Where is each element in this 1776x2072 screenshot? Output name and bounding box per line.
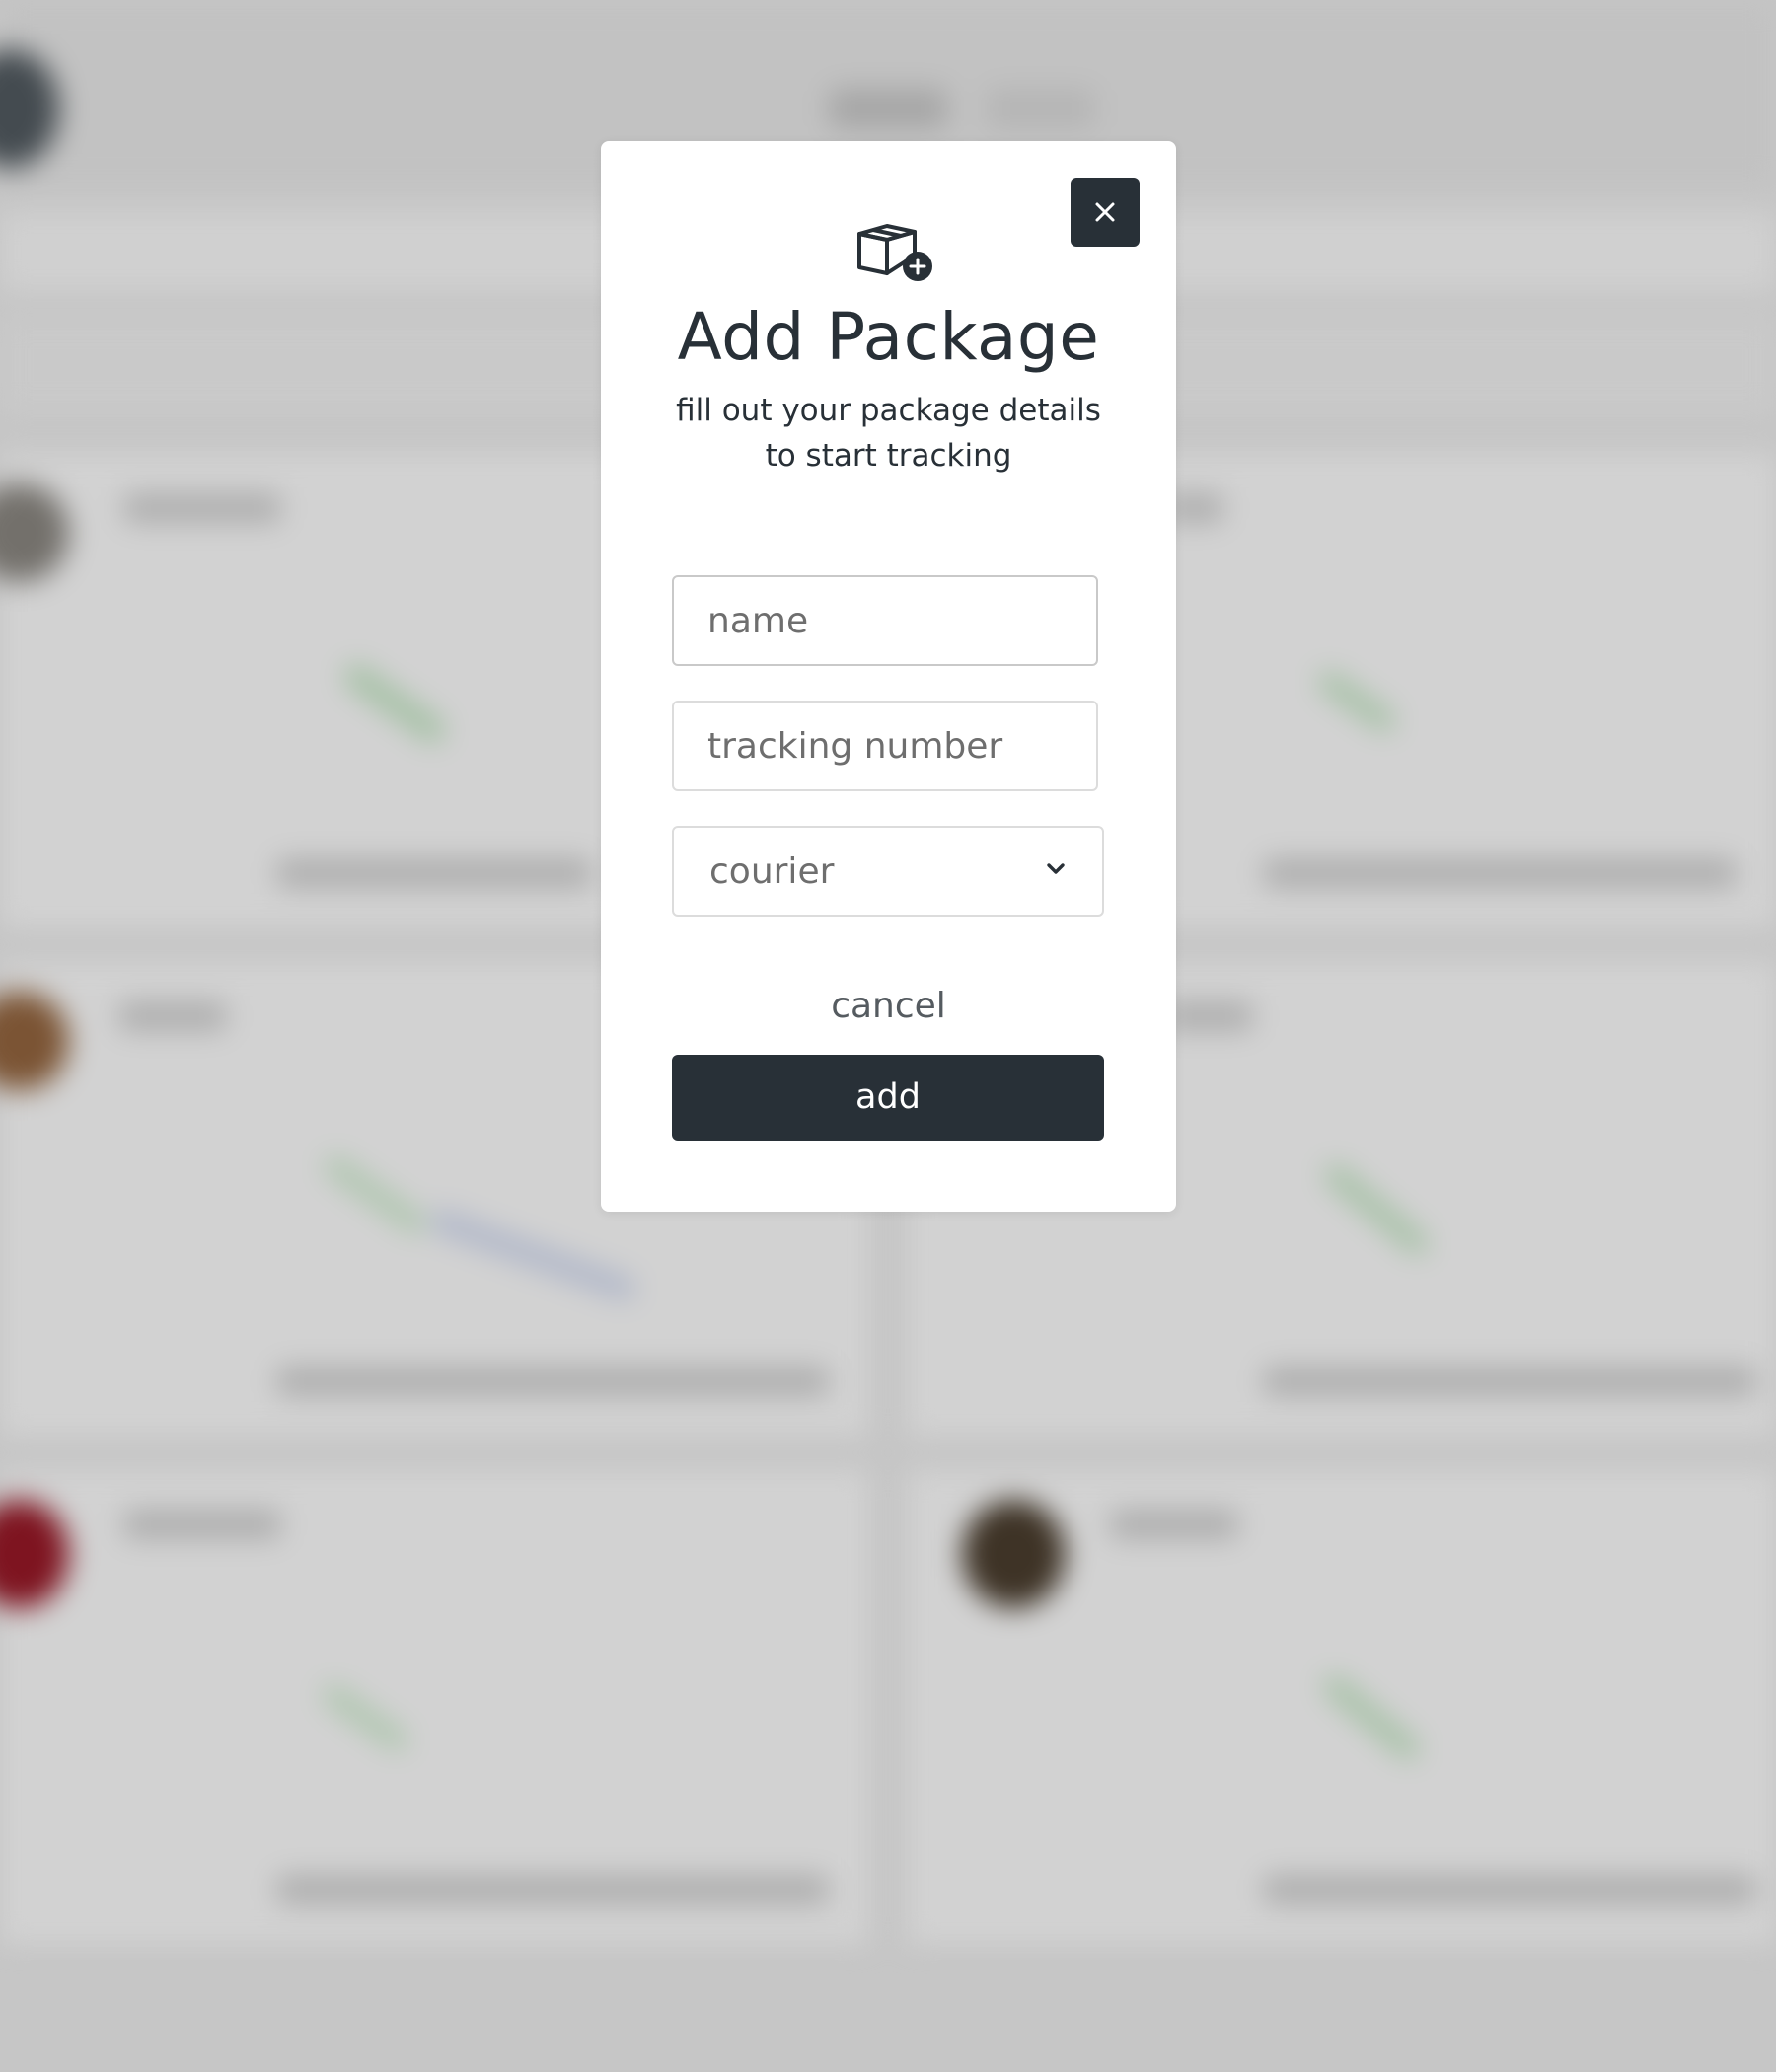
add-package-dialog: Add Package fill out your package detail… <box>601 141 1176 1212</box>
chevron-down-icon <box>1047 863 1065 874</box>
screen: Add Package fill out your package detail… <box>0 0 1776 2072</box>
background-text <box>118 1001 227 1031</box>
background-text <box>1164 1001 1253 1031</box>
background-text <box>276 1367 829 1396</box>
courier-select-value: courier <box>709 851 835 892</box>
subtitle-line: fill out your package details <box>676 393 1101 428</box>
background-text <box>1263 858 1737 888</box>
add-button[interactable]: add <box>672 1055 1104 1141</box>
background-text <box>123 493 281 523</box>
name-input[interactable] <box>672 575 1098 666</box>
background-text <box>123 1510 281 1539</box>
close-button[interactable] <box>1071 178 1140 247</box>
background-text <box>276 858 592 888</box>
background-card <box>0 1470 868 1944</box>
tracking-number-input[interactable] <box>672 701 1098 791</box>
background-tab <box>987 89 1095 128</box>
background-text <box>1110 1510 1238 1539</box>
dialog-title: Add Package <box>677 299 1100 375</box>
package-add-icon <box>857 224 932 281</box>
background-tab <box>829 89 947 128</box>
close-icon <box>1095 202 1115 222</box>
background-text <box>1263 1367 1756 1396</box>
dialog-subtitle: fill out your package details to start t… <box>660 388 1117 479</box>
cancel-button[interactable]: cancel <box>601 986 1176 1026</box>
background-avatar <box>962 1500 1066 1608</box>
courier-select[interactable]: courier <box>672 826 1104 917</box>
background-text <box>276 1875 829 1904</box>
subtitle-line: to start tracking <box>765 438 1012 474</box>
background-text <box>1263 1875 1756 1904</box>
